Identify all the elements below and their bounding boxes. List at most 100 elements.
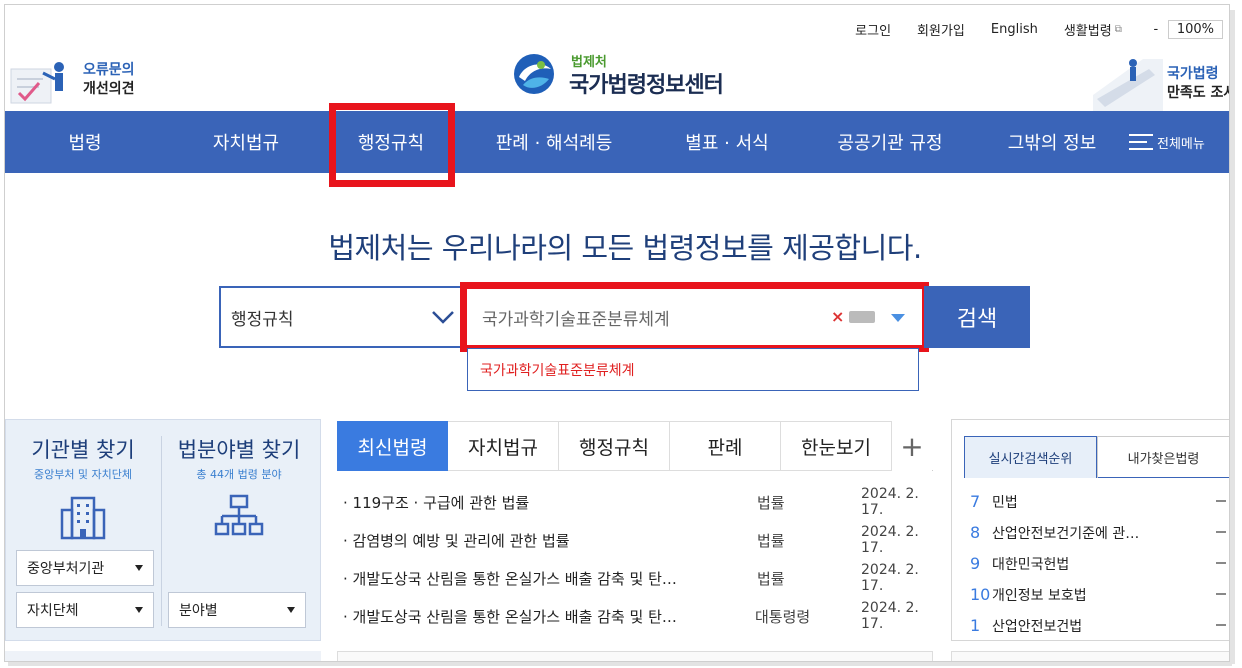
zoom-level[interactable]: 100%	[1167, 19, 1223, 39]
rank-label: 산업안전보건기준에 관…	[992, 525, 1140, 542]
zoom-out-button[interactable]: -	[1148, 22, 1164, 37]
rank-number: 10	[970, 585, 991, 604]
rank-number: 1	[970, 616, 981, 635]
living-law-link[interactable]: 생활법령 ⧉	[1064, 20, 1122, 39]
survey-banner[interactable]: 국가법령 만족도 조사	[1093, 55, 1230, 111]
tab-my-searches[interactable]: 내가찾은법령	[1097, 436, 1229, 478]
law-title: · 감염병의 예방 및 관리에 관한 법률	[343, 531, 570, 550]
dropdown-arrow-icon	[135, 565, 143, 571]
law-date: 2024. 2. 17.	[861, 486, 919, 518]
no-change-icon	[1216, 624, 1226, 626]
utility-bar: 로그인 회원가입 English 생활법령 ⧉ - 100%	[855, 19, 1229, 39]
feedback-line2: 개선의견	[83, 81, 135, 97]
law-kind: 법률	[757, 531, 785, 550]
feedback-illustration-icon	[10, 62, 64, 104]
logo-emblem-icon	[514, 54, 554, 94]
nav-all-menu[interactable]: 전체메뉴	[1125, 111, 1229, 173]
more-plus-icon[interactable]: +	[892, 421, 932, 471]
field-select[interactable]: 분야별	[168, 592, 306, 628]
local-gov-value: 자치단체	[27, 603, 79, 619]
feedback-banner-text: 오류문의 개선의견	[83, 61, 135, 99]
list-item[interactable]: 7 민법	[970, 486, 1226, 517]
rank-number: 8	[970, 523, 981, 542]
search-suggestion[interactable]: 국가과학기술표준분류체계	[467, 348, 919, 391]
ranking-list: 7 민법 8 산업안전보건기준에 관… 9 대한민국헌법 10 개인정보 보호법 1 산업…	[970, 486, 1226, 641]
external-link-icon: ⧉	[1114, 23, 1122, 35]
field-finder-title: 법분야별 찾기	[177, 438, 301, 462]
nav-precedents[interactable]: 판례 · 해석례등	[455, 111, 653, 173]
tab-local-regulations[interactable]: 자치법규	[448, 421, 559, 471]
right-panel-continuation	[951, 651, 1229, 661]
rank-number: 7	[970, 492, 981, 511]
law-kind: 대통령령	[755, 607, 811, 626]
search-button[interactable]: 검색	[924, 286, 1030, 348]
list-item[interactable]: 1 산업안전보건법	[970, 610, 1226, 641]
page-headline: 법제처는 우리나라의 모든 법령정보를 제공합니다.	[328, 231, 922, 265]
org-finder-subtitle: 중앙부처 및 자치단체	[33, 468, 133, 481]
main-nav: 법령 자치법규 행정규칙 판례 · 해석례등 별표 · 서식 공공기관 규정 그…	[5, 103, 1229, 187]
dropdown-arrow-icon	[287, 607, 295, 613]
list-item[interactable]: · 119구조 · 구급에 관한 법률 법률 2024. 2. 17.	[337, 483, 933, 521]
keyboard-icon[interactable]	[849, 311, 875, 323]
chevron-down-icon	[432, 311, 454, 324]
tab-live-ranking[interactable]: 실시간검색순위	[964, 436, 1097, 478]
hamburger-icon	[1129, 132, 1153, 152]
clear-icon[interactable]: ×	[831, 307, 844, 326]
search-category-value: 행정규칙	[231, 309, 294, 330]
search-input-value: 국가과학기술표준분류체계	[482, 309, 670, 330]
recent-law-tabs: 최신법령 자치법규 행정규칙 판례 한눈보기 +	[337, 421, 933, 471]
law-kind: 법률	[757, 493, 785, 512]
rank-number: 9	[970, 554, 981, 573]
logo-title: 국가법령정보센터	[569, 73, 724, 98]
finder-panel: 기관별 찾기 중앙부처 및 자치단체 법분야별 찾기 총 44개 법령 분야 중…	[5, 419, 321, 641]
ranking-tabs: 실시간검색순위 내가찾은법령	[964, 436, 1229, 478]
left-panel-continuation	[5, 651, 321, 661]
tab-admin-rules[interactable]: 행정규칙	[559, 421, 670, 471]
no-change-icon	[1216, 500, 1226, 502]
recent-law-list: · 119구조 · 구급에 관한 법률 법률 2024. 2. 17. · 감염…	[337, 483, 933, 635]
nav-other-info[interactable]: 그밖의 정보	[979, 111, 1125, 173]
nav-laws[interactable]: 법령	[5, 111, 165, 173]
living-law-label: 생활법령	[1063, 23, 1112, 39]
law-title: · 119구조 · 구급에 관한 법률	[343, 493, 530, 512]
law-title: · 개발도상국 산림을 통한 온실가스 배출 감축 및 탄…	[343, 607, 677, 626]
feedback-banner[interactable]: 오류문의 개선의견	[9, 55, 149, 111]
site-logo[interactable]: 법제처 국가법령정보센터	[513, 49, 753, 99]
field-finder-subtitle: 총 44개 법령 분야	[196, 468, 282, 481]
english-link[interactable]: English	[991, 22, 1038, 37]
no-change-icon	[1216, 593, 1226, 595]
autocomplete-toggle-icon[interactable]	[891, 314, 905, 322]
join-link[interactable]: 회원가입	[917, 20, 965, 39]
no-change-icon	[1216, 562, 1226, 564]
central-agency-select[interactable]: 중앙부처기관	[16, 550, 154, 586]
list-item[interactable]: 10 개인정보 보호법	[970, 579, 1226, 610]
login-link[interactable]: 로그인	[855, 20, 891, 39]
survey-line1: 국가법령	[1167, 66, 1219, 82]
no-change-icon	[1216, 531, 1226, 533]
tab-overview[interactable]: 한눈보기	[781, 421, 892, 471]
list-item[interactable]: · 개발도상국 산림을 통한 온실가스 배출 감축 및 탄… 대통령령 2024…	[337, 597, 933, 635]
survey-banner-text: 국가법령 만족도 조사	[1167, 65, 1230, 103]
survey-line2: 만족도 조사	[1167, 85, 1230, 101]
org-chart-icon	[214, 494, 264, 536]
list-item[interactable]: · 개발도상국 산림을 통한 온실가스 배출 감축 및 탄… 법률 2024. …	[337, 559, 933, 597]
search-ranking-panel: 실시간검색순위 내가찾은법령 7 민법 8 산업안전보건기준에 관… 9 대한민국헌법…	[951, 419, 1229, 641]
rank-label: 개인정보 보호법	[992, 587, 1087, 604]
tab-precedents[interactable]: 판례	[670, 421, 781, 471]
building-icon	[60, 496, 106, 540]
law-date: 2024. 2. 17.	[861, 600, 919, 632]
list-item[interactable]: 9 대한민국헌법	[970, 548, 1226, 579]
dropdown-arrow-icon	[135, 607, 143, 613]
list-item[interactable]: 8 산업안전보건기준에 관…	[970, 517, 1226, 548]
tab-recent-laws[interactable]: 최신법령	[337, 421, 448, 471]
law-kind: 법률	[757, 569, 785, 588]
local-gov-select[interactable]: 자치단체	[16, 592, 154, 628]
nav-local-regulations[interactable]: 자치법규	[165, 111, 327, 173]
search-category-select[interactable]: 행정규칙	[219, 286, 466, 348]
nav-appendix-forms[interactable]: 별표 · 서식	[653, 111, 801, 173]
rank-label: 산업안전보건법	[992, 618, 1083, 635]
nav-admin-rules[interactable]: 행정규칙	[327, 103, 455, 187]
list-item[interactable]: · 감염병의 예방 및 관리에 관한 법률 법률 2024. 2. 17.	[337, 521, 933, 559]
nav-public-institutions[interactable]: 공공기관 규정	[801, 111, 979, 173]
zoom-control: - 100%	[1148, 19, 1223, 39]
